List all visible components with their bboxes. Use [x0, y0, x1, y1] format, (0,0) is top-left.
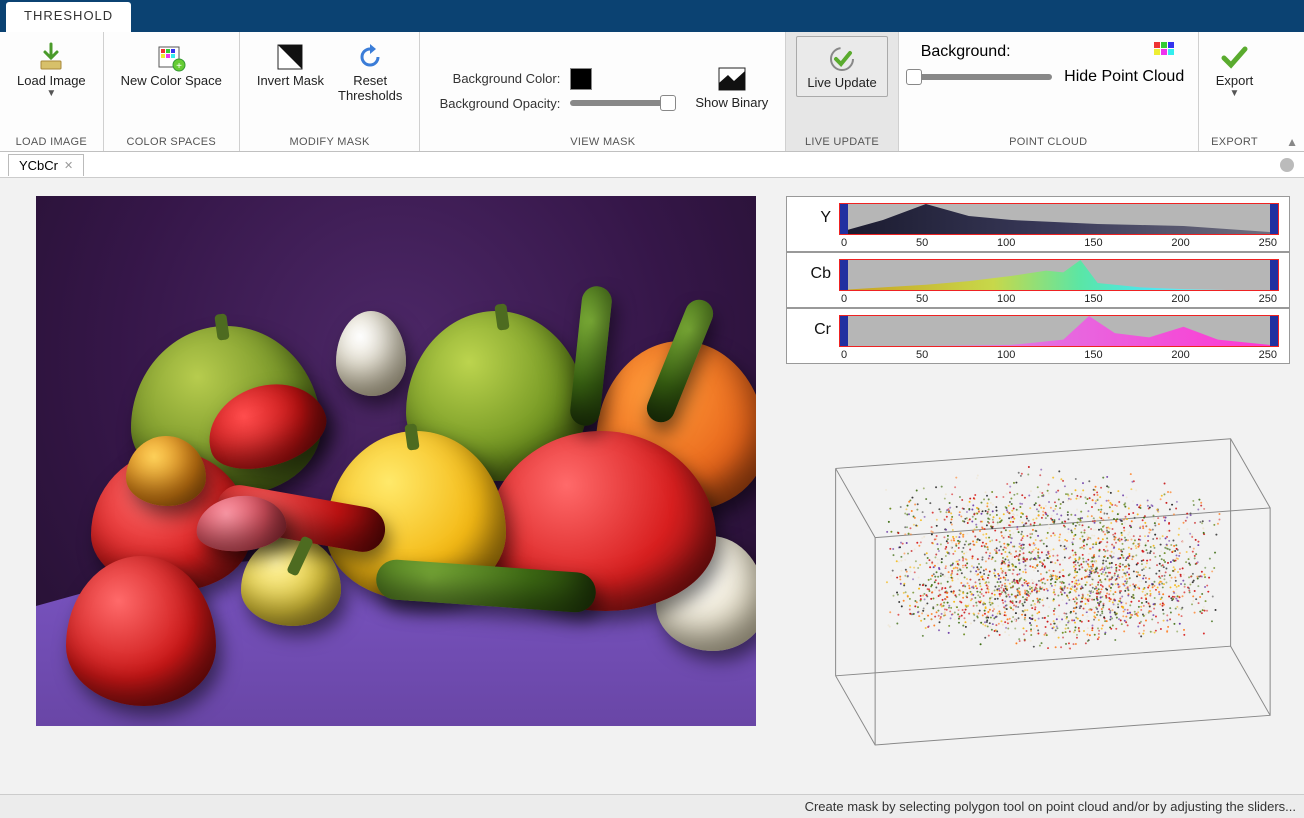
color-grid-icon[interactable] [1152, 40, 1176, 64]
histogram-axis: 050100150200250 [839, 235, 1279, 249]
histogram-slider-cb[interactable] [839, 259, 1279, 291]
histogram-label: Y [797, 203, 831, 227]
group-export: Export ▼ EXPORT [1199, 32, 1271, 151]
check-icon [1218, 41, 1250, 73]
show-binary-button[interactable]: Show Binary [688, 58, 775, 115]
group-title-view-mask: VIEW MASK [430, 136, 775, 151]
bg-opacity-slider[interactable] [570, 100, 670, 106]
histogram-slider-cr[interactable] [839, 315, 1279, 347]
group-title-color-spaces: COLOR SPACES [114, 136, 229, 151]
export-button[interactable]: Export ▼ [1209, 36, 1261, 104]
histogram-panel-cb: Cb 050100150200250 [786, 252, 1290, 308]
group-title-export: EXPORT [1209, 136, 1261, 151]
invert-mask-label: Invert Mask [257, 73, 324, 88]
point-cloud-3d[interactable] [786, 378, 1290, 786]
group-live-update: Live Update LIVE UPDATE [786, 32, 898, 151]
tab-ycbcr[interactable]: YCbCr ✕ [8, 154, 84, 176]
point-cloud-cube [806, 388, 1280, 776]
group-point-cloud: Background: Hide Point Cloud POINT CLOUD [899, 32, 1199, 151]
export-label: Export [1216, 73, 1254, 88]
slider-handle-high[interactable] [1270, 316, 1278, 346]
bg-color-label: Background Color: [430, 71, 560, 86]
histogram-panel-y: Y 050100150200250 [786, 196, 1290, 252]
group-view-mask: Background Color: Background Opacity: Sh… [420, 32, 786, 151]
image-preview[interactable] [36, 196, 756, 726]
reset-thresholds-button[interactable]: Reset Thresholds [331, 36, 409, 108]
chevron-down-icon: ▼ [1230, 88, 1240, 99]
load-image-icon [35, 41, 67, 73]
document-tabstrip: YCbCr ✕ [0, 152, 1304, 178]
tab-ycbcr-label: YCbCr [19, 158, 58, 173]
load-image-button[interactable]: Load Image ▼ [10, 36, 93, 104]
ribbon-tab-threshold[interactable]: THRESHOLD [6, 2, 131, 32]
group-title-live-update: LIVE UPDATE [796, 136, 887, 151]
group-title-load-image: LOAD IMAGE [10, 136, 93, 151]
pc-bg-slider[interactable] [912, 74, 1052, 80]
close-icon[interactable]: ✕ [64, 159, 73, 172]
reset-icon [354, 41, 386, 73]
group-modify-mask: Invert Mask Reset Thresholds MODIFY MASK [240, 32, 421, 151]
group-load-image: Load Image ▼ LOAD IMAGE [0, 32, 104, 151]
pc-bg-label: Background: [921, 43, 1011, 61]
right-column: Y 050100150200250 [786, 196, 1290, 786]
show-binary-label: Show Binary [695, 95, 768, 110]
live-update-label: Live Update [807, 75, 876, 90]
invert-icon [274, 41, 306, 73]
new-color-space-button[interactable]: + New Color Space [114, 36, 229, 93]
toolstrip: Load Image ▼ LOAD IMAGE + New Color Spac… [0, 32, 1304, 152]
slider-handle-high[interactable] [1270, 260, 1278, 290]
histogram-axis: 050100150200250 [839, 291, 1279, 305]
palette-icon: + [155, 41, 187, 73]
status-bar: Create mask by selecting polygon tool on… [0, 794, 1304, 818]
invert-mask-button[interactable]: Invert Mask [250, 36, 331, 93]
slider-handle-low[interactable] [840, 204, 848, 234]
load-image-label: Load Image [17, 73, 86, 88]
app-titlebar: THRESHOLD [0, 0, 1304, 32]
group-title-point-cloud: POINT CLOUD [909, 136, 1188, 151]
collapse-ribbon-icon[interactable]: ▲ [1286, 135, 1298, 149]
live-update-button[interactable]: Live Update [796, 36, 887, 97]
group-color-spaces: + New Color Space COLOR SPACES [104, 32, 240, 151]
slider-handle-low[interactable] [840, 260, 848, 290]
histogram-slider-y[interactable] [839, 203, 1279, 235]
hide-point-cloud-label[interactable]: Hide Point Cloud [1064, 68, 1184, 86]
binary-image-icon [716, 63, 748, 95]
check-refresh-icon [826, 43, 858, 75]
new-color-space-label: New Color Space [121, 73, 222, 88]
histogram-panel-cr: Cr 050100150200250 [786, 308, 1290, 364]
workspace: Y 050100150200250 [0, 178, 1304, 794]
bg-color-swatch[interactable] [570, 68, 592, 90]
histogram-label: Cb [797, 259, 831, 283]
reset-thresholds-label: Reset Thresholds [338, 73, 402, 103]
tab-options-icon[interactable] [1280, 158, 1294, 172]
status-text: Create mask by selecting polygon tool on… [805, 799, 1296, 814]
svg-text:+: + [176, 61, 182, 72]
histogram-label: Cr [797, 315, 831, 339]
slider-handle-low[interactable] [840, 316, 848, 346]
group-title-modify-mask: MODIFY MASK [250, 136, 410, 151]
chevron-down-icon: ▼ [46, 88, 56, 99]
bg-opacity-label: Background Opacity: [430, 96, 560, 111]
slider-handle-high[interactable] [1270, 204, 1278, 234]
histogram-axis: 050100150200250 [839, 347, 1279, 361]
